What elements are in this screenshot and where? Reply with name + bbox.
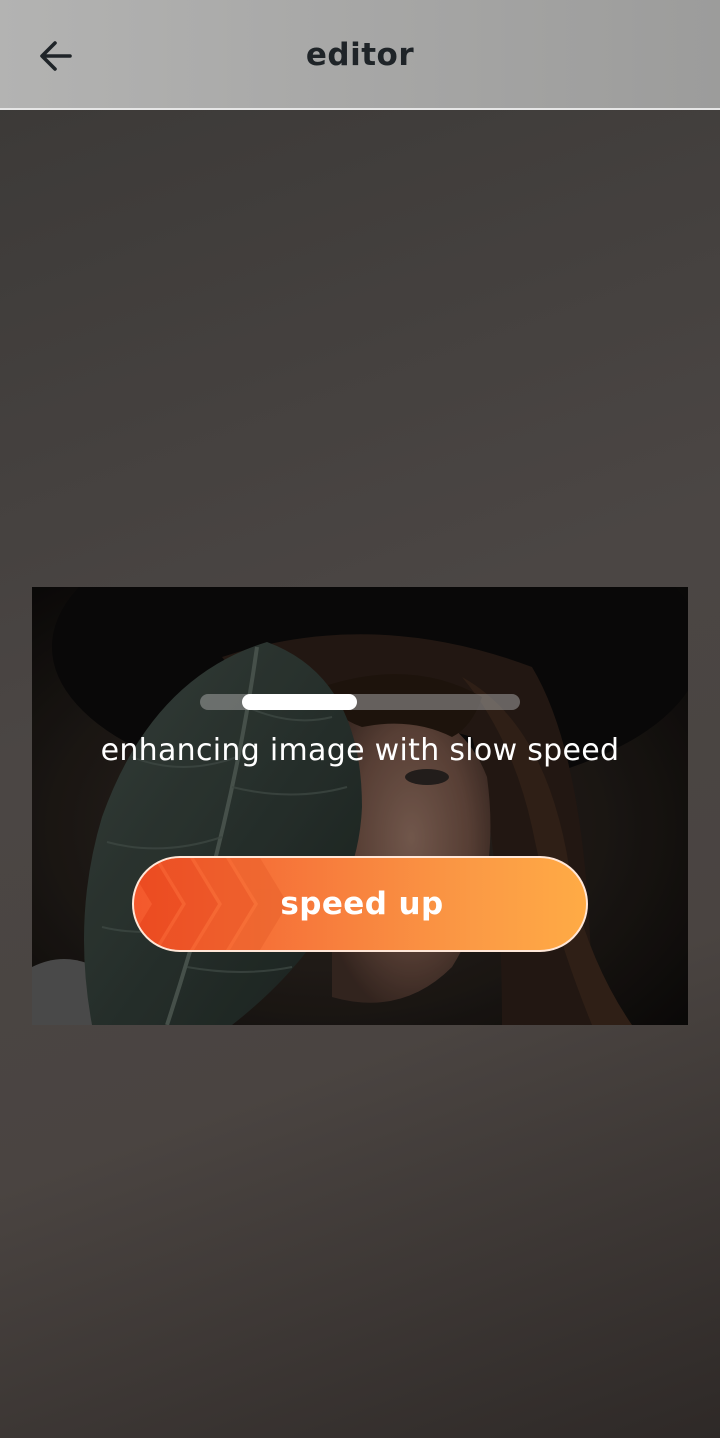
progress-fill	[241, 694, 357, 710]
speed-up-label: speed up	[280, 886, 444, 922]
editor-screen: editor enhancing image with slow speed s…	[0, 0, 720, 1438]
arrow-left-icon	[40, 41, 72, 71]
progress-bar	[200, 694, 520, 710]
image-preview: enhancing image with slow speed speed up	[32, 587, 688, 1025]
status-text: enhancing image with slow speed	[100, 733, 620, 768]
preview-dim-overlay	[32, 587, 688, 1025]
page-title: editor	[305, 37, 415, 73]
back-button[interactable]	[26, 26, 86, 86]
speed-up-button[interactable]: speed up	[132, 856, 588, 952]
top-app-bar: editor	[0, 0, 720, 110]
